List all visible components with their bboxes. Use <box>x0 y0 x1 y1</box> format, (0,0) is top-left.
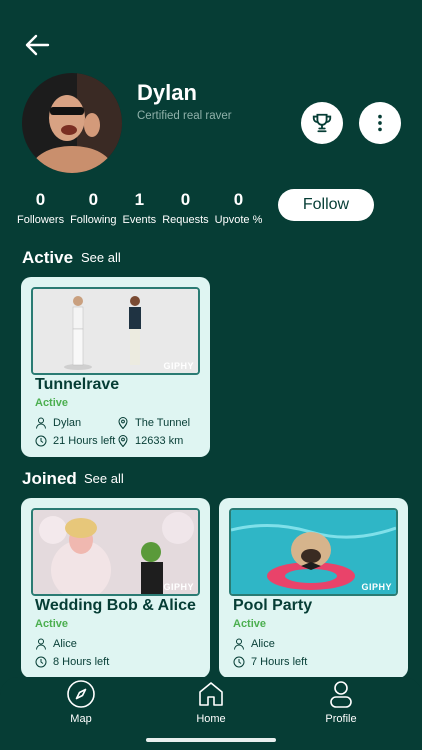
joined-section-title: Joined <box>22 469 77 488</box>
event-host: Alice <box>233 638 275 650</box>
event-title: Tunnelrave <box>35 376 120 393</box>
event-status: Active <box>35 397 69 409</box>
user-icon <box>36 417 46 429</box>
more-options-button[interactable] <box>359 102 401 144</box>
stat-followers[interactable]: 0 Followers <box>14 190 67 227</box>
nav-item-home[interactable]: Home <box>171 679 251 725</box>
giphy-badge: GIPHY <box>163 361 194 371</box>
event-thumbnail: GIPHY <box>31 508 200 596</box>
event-title: Pool Party <box>233 597 313 614</box>
stat-following[interactable]: 0 Following <box>67 190 119 227</box>
event-time-left: 21 Hours left <box>35 435 115 447</box>
more-vertical-icon <box>378 114 382 132</box>
event-status: Active <box>35 618 69 630</box>
location-pin-icon <box>118 435 128 447</box>
back-button[interactable] <box>22 30 62 62</box>
event-time-left: 7 Hours left <box>233 656 307 668</box>
event-card-pool-party[interactable]: GIPHY Pool Party Active Alice 7 Hours le… <box>219 498 408 678</box>
event-thumbnail: GIPHY <box>31 287 200 375</box>
nav-item-map[interactable]: Map <box>41 679 121 725</box>
event-card-wedding[interactable]: GIPHY Wedding Bob & Alice Active Alice 8… <box>21 498 210 678</box>
arrow-left-icon <box>25 34 50 56</box>
stat-requests[interactable]: 0 Requests <box>159 190 211 227</box>
clock-icon <box>233 656 245 668</box>
giphy-badge: GIPHY <box>361 582 392 592</box>
event-thumbnail: GIPHY <box>229 508 398 596</box>
profile-subtitle: Certified real raver <box>137 110 232 122</box>
event-host: Dylan <box>35 417 81 429</box>
clock-icon <box>35 435 47 447</box>
event-title: Wedding Bob & Alice <box>35 597 196 614</box>
active-see-all-link[interactable]: See all <box>81 250 121 265</box>
event-card-tunnelrave[interactable]: GIPHY Tunnelrave Active Dylan The Tunnel… <box>21 277 210 457</box>
home-indicator <box>146 738 276 742</box>
avatar <box>22 73 122 173</box>
profile-stats: 0 Followers 0 Following 1 Events 0 Requests … <box>14 190 265 227</box>
clock-icon <box>35 656 47 668</box>
stat-upvote[interactable]: 0 Upvote % <box>212 190 266 227</box>
joined-see-all-link[interactable]: See all <box>84 471 124 486</box>
nav-item-profile[interactable]: Profile <box>301 679 381 725</box>
compass-icon <box>67 680 95 708</box>
event-host: Alice <box>35 638 77 650</box>
giphy-badge: GIPHY <box>163 582 194 592</box>
follow-button[interactable]: Follow <box>278 189 374 221</box>
profile-icon <box>330 681 352 708</box>
profile-name: Dylan <box>137 80 197 105</box>
trophy-icon <box>312 113 332 133</box>
home-icon <box>199 682 223 706</box>
location-pin-icon <box>118 417 128 429</box>
trophy-button[interactable] <box>301 102 343 144</box>
user-icon <box>36 638 46 650</box>
event-status: Active <box>233 618 267 630</box>
event-time-left: 8 Hours left <box>35 656 109 668</box>
active-section-title: Active <box>22 248 74 267</box>
event-distance: 12633 km <box>117 435 183 447</box>
stat-events[interactable]: 1 Events <box>120 190 160 227</box>
event-location: The Tunnel <box>117 417 190 429</box>
user-icon <box>234 638 244 650</box>
